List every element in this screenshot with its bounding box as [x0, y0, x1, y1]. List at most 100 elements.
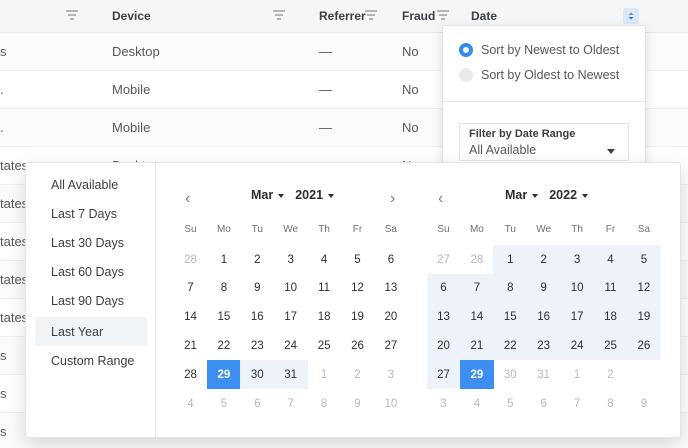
calendar-day[interactable]: 20 — [426, 331, 461, 361]
calendar-day[interactable]: 3 — [427, 389, 461, 418]
calendar-day[interactable]: 14 — [174, 303, 208, 332]
calendar-day[interactable]: 16 — [526, 302, 561, 332]
filter-icon[interactable] — [365, 10, 377, 20]
filter-icon[interactable] — [66, 10, 78, 20]
calendar-day[interactable]: 28 — [174, 360, 208, 389]
calendar-day[interactable]: 13 — [426, 302, 461, 332]
column-header-device[interactable]: Device — [112, 9, 151, 23]
calendar-day[interactable]: 6 — [527, 389, 561, 418]
calendar-day[interactable]: 4 — [593, 245, 628, 274]
calendar-day[interactable]: 2 — [526, 245, 561, 274]
calendar-day[interactable]: 8 — [207, 274, 241, 303]
calendar-day[interactable]: 9 — [240, 274, 274, 303]
calendar-day[interactable]: 30 — [240, 360, 275, 390]
calendar-day[interactable]: 10 — [374, 389, 408, 418]
calendar-day[interactable]: 10 — [274, 274, 308, 303]
calendar-day[interactable]: 29 — [206, 360, 241, 390]
calendar-day[interactable]: 31 — [527, 360, 561, 389]
calendar-day[interactable]: 26 — [626, 331, 661, 361]
calendar-day[interactable]: 24 — [274, 331, 308, 360]
prev-month-icon[interactable]: ‹ — [185, 190, 190, 208]
right-year-select[interactable]: 2022 — [549, 188, 599, 202]
calendar-day[interactable]: 9 — [627, 389, 661, 418]
calendar-day[interactable]: 1 — [307, 360, 341, 389]
calendar-day[interactable]: 2 — [240, 245, 274, 274]
calendar-day[interactable]: 6 — [426, 273, 461, 303]
calendar-day[interactable]: 27 — [427, 245, 461, 274]
calendar-day[interactable]: 19 — [341, 303, 375, 332]
calendar-day[interactable]: 5 — [341, 245, 375, 274]
calendar-day[interactable]: 2 — [594, 360, 628, 389]
calendar-day[interactable]: 24 — [560, 331, 595, 361]
calendar-day[interactable]: 10 — [560, 273, 595, 303]
calendar-day[interactable]: 4 — [460, 389, 494, 418]
calendar-day[interactable]: 5 — [207, 389, 241, 418]
preset-custom-range[interactable]: Custom Range — [35, 346, 147, 375]
calendar-day[interactable]: 13 — [374, 274, 408, 303]
calendar-day[interactable]: 19 — [626, 302, 661, 332]
calendar-day[interactable]: 8 — [594, 389, 628, 418]
preset-last-60-days[interactable]: Last 60 Days — [35, 257, 147, 286]
calendar-day[interactable]: 7 — [274, 389, 308, 418]
calendar-day[interactable]: 20 — [374, 303, 408, 332]
calendar-day[interactable]: 22 — [207, 331, 241, 360]
calendar-day[interactable]: 4 — [307, 245, 341, 274]
calendar-day[interactable]: 6 — [240, 389, 274, 418]
calendar-day[interactable]: 18 — [307, 303, 341, 332]
calendar-day[interactable]: 3 — [374, 360, 408, 389]
preset-last-30-days[interactable]: Last 30 Days — [35, 228, 147, 257]
calendar-day[interactable]: 23 — [526, 331, 561, 361]
calendar-day[interactable]: 1 — [493, 245, 528, 274]
calendar-day[interactable]: 3 — [560, 245, 595, 274]
sort-button[interactable] — [623, 8, 639, 24]
calendar-day[interactable]: 18 — [593, 302, 628, 332]
calendar-day[interactable]: 7 — [560, 389, 594, 418]
calendar-day[interactable]: 5 — [493, 389, 527, 418]
calendar-day[interactable]: 27 — [374, 331, 408, 360]
calendar-day[interactable]: 30 — [493, 360, 527, 389]
calendar-day[interactable]: 12 — [626, 273, 661, 303]
calendar-day[interactable]: 1 — [207, 245, 241, 274]
calendar-day[interactable]: 28 — [174, 245, 208, 274]
calendar-day[interactable]: 3 — [274, 245, 308, 274]
left-month-select[interactable]: Mar — [251, 188, 295, 202]
calendar-day[interactable]: 2 — [341, 360, 375, 389]
preset-last-year[interactable]: Last Year — [35, 317, 147, 346]
filter-icon[interactable] — [437, 10, 449, 20]
calendar-day[interactable]: 14 — [459, 302, 494, 332]
calendar-day[interactable]: 28 — [460, 245, 494, 274]
calendar-day[interactable]: 7 — [459, 273, 494, 303]
next-month-icon[interactable]: › — [390, 190, 395, 208]
calendar-day[interactable]: 25 — [593, 331, 628, 361]
radio-selected-icon[interactable] — [459, 43, 473, 57]
calendar-day[interactable]: 4 — [174, 389, 208, 418]
calendar-day[interactable]: 15 — [207, 303, 241, 332]
calendar-day[interactable]: 7 — [174, 274, 208, 303]
preset-all-available[interactable]: All Available — [35, 170, 147, 199]
calendar-day[interactable]: 29 — [459, 360, 494, 390]
calendar-day[interactable]: 27 — [426, 360, 461, 390]
date-range-select[interactable]: Filter by Date Range All Available — [459, 123, 629, 161]
calendar-day[interactable]: 12 — [341, 274, 375, 303]
preset-last-90-days[interactable]: Last 90 Days — [35, 286, 147, 315]
calendar-day[interactable]: 25 — [307, 331, 341, 360]
calendar-day[interactable]: 1 — [560, 360, 594, 389]
column-header-fraud[interactable]: Fraud — [402, 9, 435, 23]
prev-month-icon[interactable]: ‹ — [438, 190, 443, 208]
calendar-day[interactable]: 8 — [307, 389, 341, 418]
preset-last-7-days[interactable]: Last 7 Days — [35, 199, 147, 228]
calendar-day[interactable]: 21 — [174, 331, 208, 360]
calendar-day[interactable]: 23 — [240, 331, 274, 360]
calendar-day[interactable]: 9 — [341, 389, 375, 418]
radio-unselected-icon[interactable] — [459, 68, 473, 82]
calendar-day[interactable]: 16 — [240, 303, 274, 332]
column-header-date[interactable]: Date — [471, 9, 497, 23]
calendar-day[interactable]: 17 — [274, 303, 308, 332]
column-header-referrer[interactable]: Referrer — [319, 9, 366, 23]
sort-oldest-option[interactable]: Sort by Oldest to Newest — [459, 66, 619, 84]
calendar-day[interactable]: 31 — [273, 360, 308, 390]
left-year-select[interactable]: 2021 — [295, 188, 345, 202]
calendar-day[interactable]: 22 — [493, 331, 528, 361]
calendar-day[interactable]: 17 — [560, 302, 595, 332]
sort-newest-option[interactable]: Sort by Newest to Oldest — [459, 41, 619, 59]
